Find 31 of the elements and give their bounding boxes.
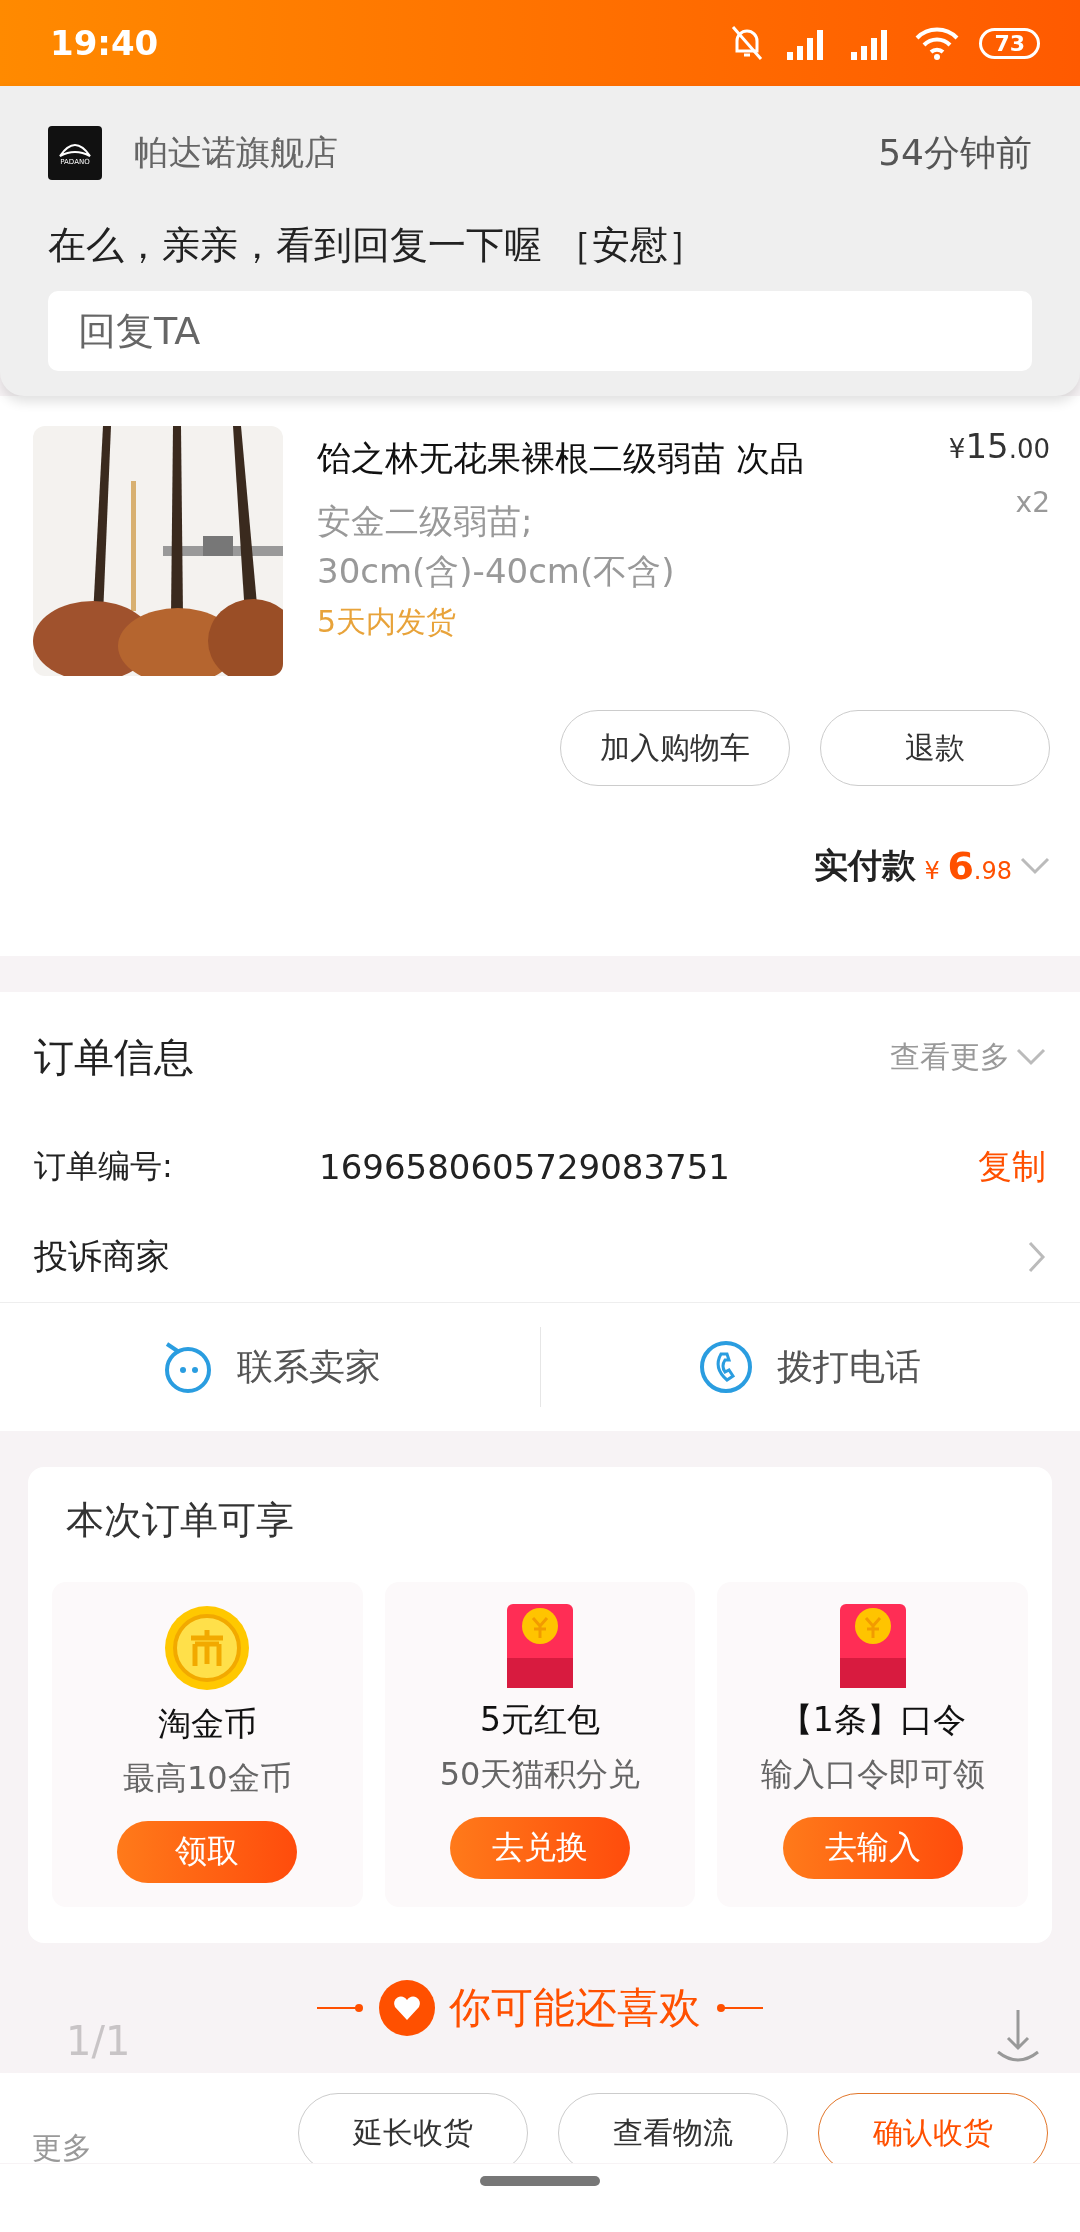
notification-time: 54分钟前 xyxy=(878,130,1032,175)
contact-button[interactable]: 拨打电话 xyxy=(777,1342,922,1392)
product-quantity: x2 xyxy=(1014,486,1050,519)
status-time: 19:40 xyxy=(50,23,159,63)
notification-message: 在么，亲亲，看到回复一下喔 ［安慰］ xyxy=(48,222,708,269)
payment-label: 实付款 xyxy=(814,844,917,887)
product-price: ¥15.00 xyxy=(948,426,1050,466)
bottom-action-button[interactable]: 延长收货 xyxy=(298,2093,528,2163)
reply-field[interactable]: 回复TA xyxy=(48,291,1032,371)
product-action-button[interactable]: 退款 xyxy=(820,710,1050,786)
product-title[interactable]: 饴之林无花果裸根二级弱苗 次品 xyxy=(317,436,915,482)
benefit-name: 5元红包 xyxy=(480,1699,600,1741)
complaint-link[interactable]: 投诉商家 xyxy=(34,1234,1028,1280)
product-spec: 安金二级弱苗; 30cm(含)-40cm(不含) xyxy=(317,500,676,593)
bottom-action-button[interactable]: 查看物流 xyxy=(558,2093,788,2163)
benefit-description: 50天猫积分兑 xyxy=(439,1754,641,1795)
section-title: 订单信息 xyxy=(34,1032,194,1082)
sender-name: 帕达诺旗舰店 xyxy=(134,131,339,174)
payment-amount: ¥ 6.98 xyxy=(924,844,1012,888)
order-number: 1696580605729083751 xyxy=(319,1147,731,1187)
field-label: 订单编号: xyxy=(34,1146,174,1187)
benefit-description: 输入口令即可领 xyxy=(760,1754,985,1795)
shipping-note: 5天内发货 xyxy=(317,603,458,641)
benefit-name: 【1条】口令 xyxy=(779,1699,966,1741)
section-title: 本次订单可享 xyxy=(66,1497,295,1544)
benefit-name: 淘金币 xyxy=(157,1703,257,1745)
recommend-title: 你可能还喜欢 xyxy=(449,1982,701,2034)
battery-level: 73 xyxy=(979,27,1040,59)
benefit-description: 最高10金币 xyxy=(122,1758,292,1799)
contact-button[interactable]: 联系卖家 xyxy=(236,1342,381,1392)
product-action-button[interactable]: 加入购物车 xyxy=(560,710,790,786)
